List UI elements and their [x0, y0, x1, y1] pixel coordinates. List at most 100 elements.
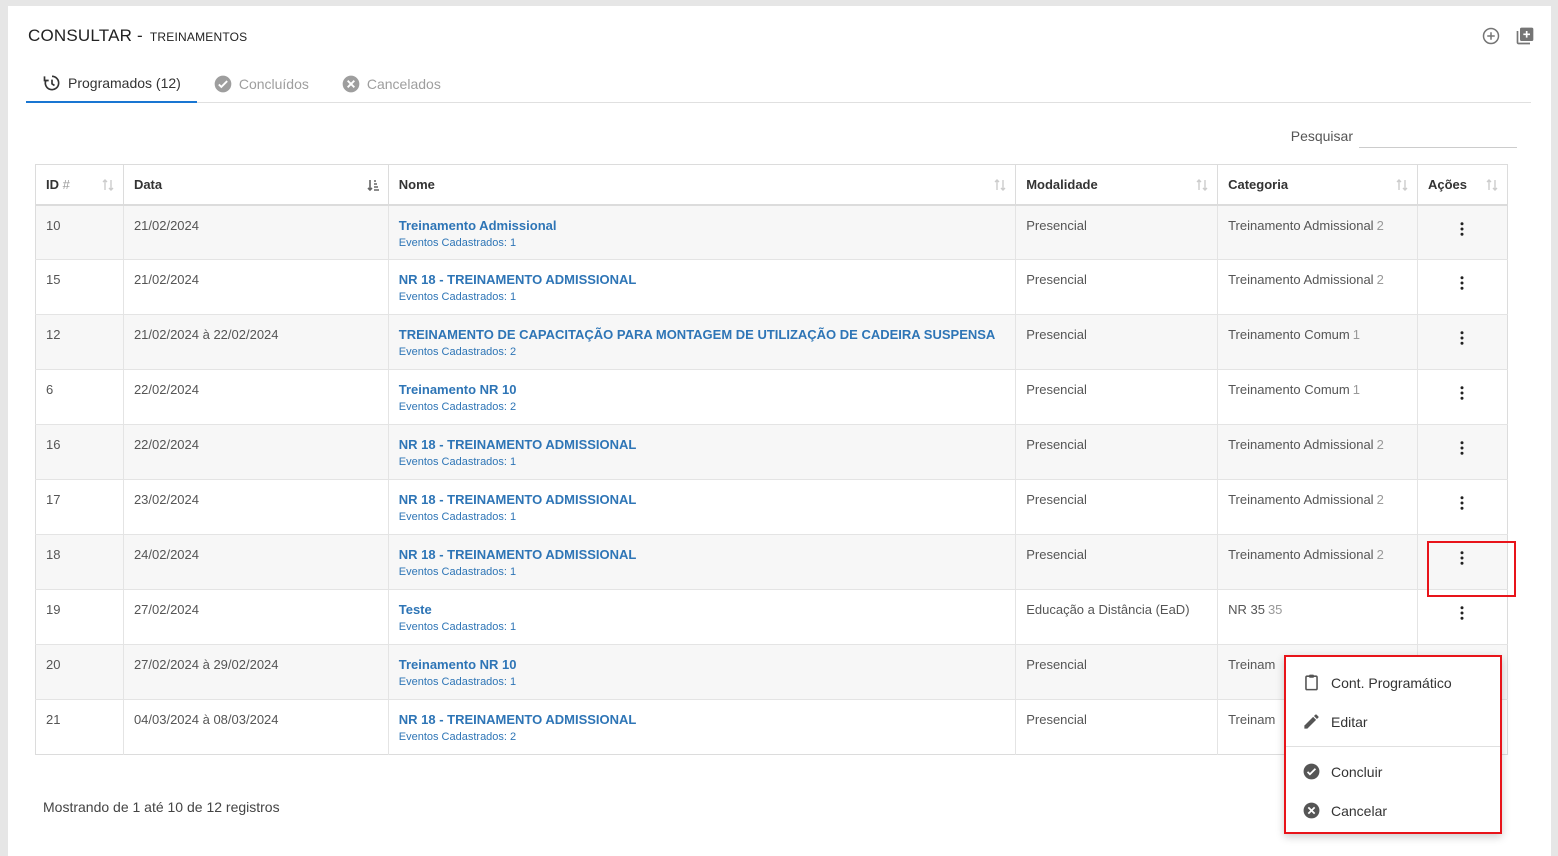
training-name-link[interactable]: Treinamento NR 10	[399, 382, 1005, 397]
category-name: Treinamento Admissional	[1228, 492, 1374, 507]
training-name-link[interactable]: NR 18 - TREINAMENTO ADMISSIONAL	[399, 712, 1005, 727]
more-vert-icon	[1460, 441, 1464, 455]
category-name: NR 35	[1228, 602, 1265, 617]
row-actions-button[interactable]	[1428, 382, 1497, 402]
search-input[interactable]	[1359, 124, 1517, 148]
category-count: 1	[1352, 327, 1360, 342]
cell-modalidade: Presencial	[1015, 534, 1219, 590]
category-count: 2	[1376, 492, 1384, 507]
library-add-icon[interactable]	[1515, 26, 1535, 46]
menu-item-editar[interactable]: Editar	[1286, 702, 1500, 741]
tabs-bar: Programados (12) Concluídos Cancelados	[26, 64, 1531, 103]
tab-programados[interactable]: Programados (12)	[26, 64, 197, 103]
row-actions-button[interactable]	[1428, 602, 1497, 622]
menu-item-cont-programatico[interactable]: Cont. Programático	[1286, 663, 1500, 702]
training-name-link[interactable]: NR 18 - TREINAMENTO ADMISSIONAL	[399, 547, 1005, 562]
menu-item-label: Concluir	[1331, 763, 1383, 780]
training-name-link[interactable]: Treinamento Admissional	[399, 218, 1005, 233]
column-header-acoes[interactable]: Ações	[1417, 164, 1508, 206]
menu-item-cancelar[interactable]: Cancelar	[1286, 791, 1500, 830]
training-name-link[interactable]: Teste	[399, 602, 1005, 617]
category-count: 1	[1352, 382, 1360, 397]
row-actions-button[interactable]	[1428, 437, 1497, 457]
cell-nome: NR 18 - TREINAMENTO ADMISSIONAL Eventos C…	[388, 534, 1017, 590]
cell-nome: Treinamento NR 10 Eventos Cadastrados: 1	[388, 644, 1017, 700]
training-name-link[interactable]: TREINAMENTO DE CAPACITAÇÃO PARA MONTAGEM…	[399, 327, 1005, 342]
sort-icon	[1486, 179, 1498, 191]
cell-acoes	[1417, 259, 1508, 315]
search-area: Pesquisar	[1291, 124, 1517, 148]
column-header-data[interactable]: Data	[123, 164, 389, 206]
cell-id: 18	[35, 534, 124, 590]
events-count: Eventos Cadastrados: 2	[398, 401, 517, 413]
cell-modalidade: Presencial	[1015, 644, 1219, 700]
table-info: Mostrando de 1 até 10 de 12 registros	[43, 799, 280, 815]
sort-icon	[1196, 179, 1208, 191]
category-name: Treinamento Admissional	[1228, 437, 1374, 452]
pencil-icon	[1304, 714, 1319, 729]
cell-acoes	[1417, 369, 1508, 425]
cell-modalidade: Presencial	[1015, 314, 1219, 370]
menu-divider	[1286, 746, 1500, 747]
events-count: Eventos Cadastrados: 2	[398, 731, 517, 743]
cell-data: 21/02/2024	[123, 259, 389, 315]
column-header-id[interactable]: ID #	[35, 164, 124, 206]
page-title-sub: TREINAMENTOS	[149, 30, 248, 44]
more-vert-icon	[1460, 331, 1464, 345]
cell-modalidade: Presencial	[1015, 204, 1219, 260]
cell-data: 27/02/2024 à 29/02/2024	[123, 644, 389, 700]
row-actions-button[interactable]	[1428, 327, 1497, 347]
cell-id: 6	[35, 369, 124, 425]
table-row: 12 21/02/2024 à 22/02/2024 TREINAMENTO DE …	[35, 314, 1508, 370]
cell-data: 22/02/2024	[123, 424, 389, 480]
events-count: Eventos Cadastrados: 1	[398, 456, 517, 468]
training-name-link[interactable]: Treinamento NR 10	[399, 657, 1005, 672]
events-count: Eventos Cadastrados: 1	[398, 236, 517, 249]
add-circle-icon[interactable]	[1481, 26, 1501, 46]
events-count: Eventos Cadastrados: 1	[398, 291, 517, 303]
category-name: Treinamento Admissional	[1228, 217, 1374, 233]
cell-id: 20	[35, 644, 124, 700]
table-row: 15 21/02/2024 NR 18 - TREINAMENTO ADMISSIO…	[35, 259, 1508, 315]
training-name-link[interactable]: NR 18 - TREINAMENTO ADMISSIONAL	[399, 492, 1005, 507]
more-vert-icon	[1460, 221, 1464, 236]
events-count: Eventos Cadastrados: 1	[398, 676, 517, 688]
menu-item-label: Editar	[1331, 713, 1368, 730]
more-vert-icon	[1460, 496, 1464, 510]
row-actions-button[interactable]	[1428, 272, 1497, 292]
column-header-modalidade[interactable]: Modalidade	[1015, 164, 1219, 206]
column-header-nome[interactable]: Nome	[388, 164, 1017, 206]
table-row: 16 22/02/2024 NR 18 - TREINAMENTO ADMISSIO…	[35, 424, 1508, 480]
column-header-categoria[interactable]: Categoria	[1217, 164, 1418, 206]
row-actions-button[interactable]	[1428, 218, 1497, 238]
menu-item-label: Cont. Programático	[1331, 674, 1452, 691]
category-count: 35	[1267, 602, 1283, 617]
cell-modalidade: Presencial	[1015, 369, 1219, 425]
training-name-link[interactable]: NR 18 - TREINAMENTO ADMISSIONAL	[399, 272, 1005, 287]
tab-cancelados[interactable]: Cancelados	[325, 64, 457, 103]
clipboard-icon	[1305, 674, 1318, 691]
cell-data: 27/02/2024	[123, 589, 389, 645]
category-name: Treinamento Comum	[1228, 327, 1350, 342]
top-actions	[1481, 26, 1535, 46]
context-menu: Cont. Programático Editar Concluir Cance…	[1284, 655, 1502, 834]
events-count: Eventos Cadastrados: 1	[398, 566, 517, 578]
sort-asc-icon	[367, 180, 379, 192]
cell-acoes	[1417, 424, 1508, 480]
row-actions-button[interactable]	[1428, 492, 1497, 512]
category-count: 2	[1376, 547, 1384, 562]
search-label: Pesquisar	[1290, 128, 1353, 144]
cell-id: 21	[35, 699, 124, 755]
more-vert-icon	[1460, 276, 1464, 290]
cell-id: 10	[35, 204, 124, 260]
table-row: 17 23/02/2024 NR 18 - TREINAMENTO ADMISSIO…	[35, 479, 1508, 535]
cell-categoria: Treinamento Admissional 2	[1217, 259, 1418, 315]
cell-modalidade: Presencial	[1015, 424, 1219, 480]
table-row: 18 24/02/2024 NR 18 - TREINAMENTO ADMISSIO…	[35, 534, 1508, 590]
cell-acoes	[1417, 589, 1508, 645]
table-row: 10 21/02/2024 Treinamento Admissional Event…	[35, 204, 1508, 260]
menu-item-concluir[interactable]: Concluir	[1286, 752, 1500, 791]
tab-concluidos[interactable]: Concluídos	[197, 64, 325, 103]
category-name: Treinamento Admissional	[1228, 547, 1374, 562]
training-name-link[interactable]: NR 18 - TREINAMENTO ADMISSIONAL	[399, 437, 1005, 452]
